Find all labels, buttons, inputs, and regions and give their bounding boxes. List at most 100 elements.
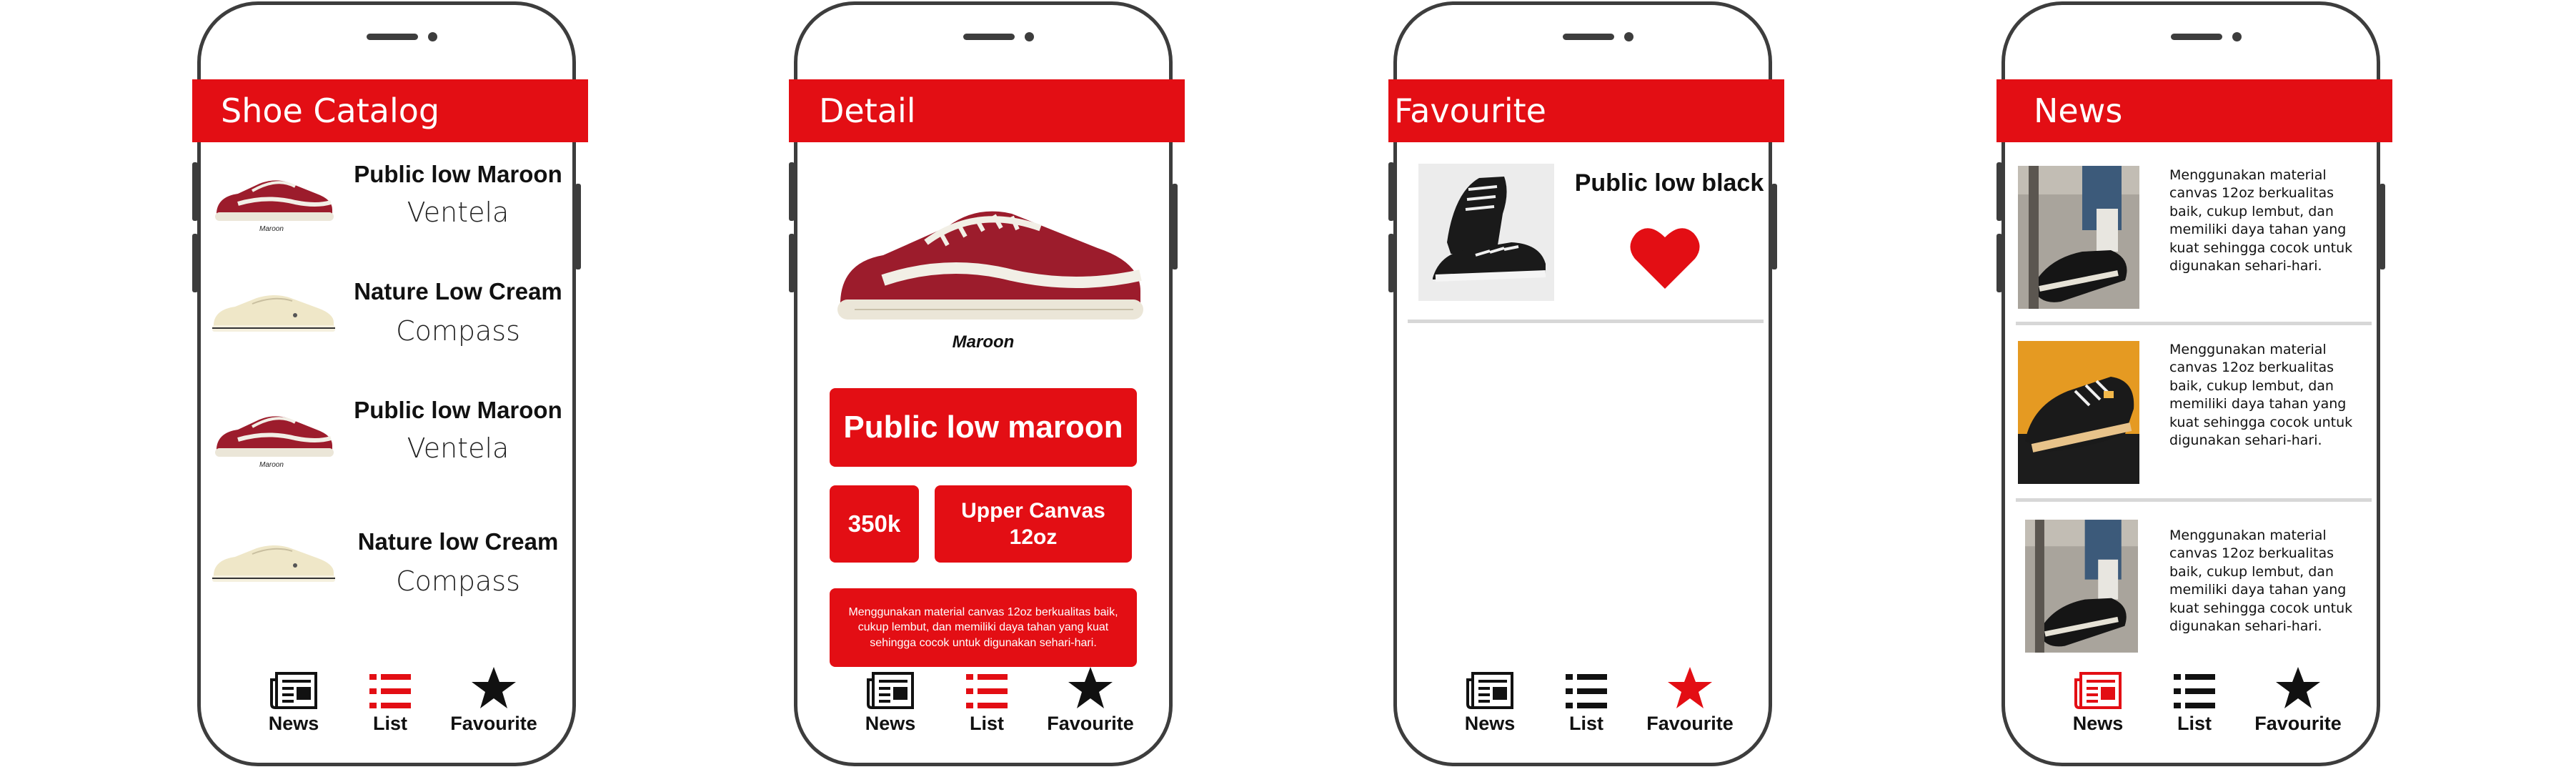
nav-label: List [969, 713, 1004, 734]
shoe-brand: Ventela [407, 197, 509, 228]
news-image [2018, 166, 2139, 309]
news-text: Menggunakan material canvas 12oz berkual… [2169, 528, 2353, 635]
shoe-name: Nature low Cream [357, 528, 559, 555]
nav-news[interactable]: News [837, 663, 944, 735]
shoe-brand: Compass [396, 565, 520, 597]
bottom-nav: News List Favourite [1397, 663, 1769, 741]
list-icon [2174, 674, 2215, 708]
news-image [2025, 520, 2138, 653]
shoe-image-black [1418, 164, 1554, 301]
material-badge: Upper Canvas 12oz [935, 485, 1132, 563]
nav-favourite[interactable]: Favourite [440, 663, 547, 735]
star-icon [472, 667, 516, 708]
list-icon [966, 674, 1008, 708]
shoe-image-maroon [837, 211, 1143, 320]
nav-news[interactable]: News [240, 663, 347, 735]
divider [2016, 498, 2372, 502]
speaker [1563, 34, 1614, 40]
phone-detail: Detail Maroon Public low maroon 350k Upp… [789, 1, 1185, 766]
nav-label: Favourite [1047, 713, 1134, 734]
news-text: Menggunakan material canvas 12oz berkual… [2169, 342, 2353, 449]
side-button [1996, 162, 2002, 221]
page-title: Detail [789, 79, 1185, 142]
shoe-name: Public low black [1574, 169, 1764, 197]
page-title: Favourite [1388, 79, 1784, 142]
phone-news: News Menggunakan material canvas 12oz be… [1996, 1, 2392, 766]
side-button [1996, 234, 2002, 292]
news-image [2018, 341, 2139, 484]
newspaper-icon [1466, 672, 1513, 709]
power-button [575, 184, 581, 269]
star-icon [1068, 667, 1113, 708]
list-icon [369, 674, 411, 708]
catalog-item[interactable]: Maroon Public low Maroon Ventela [201, 148, 572, 255]
shoe-image-cream [212, 545, 335, 582]
camera [1025, 32, 1034, 41]
nav-label: News [1464, 713, 1516, 734]
shoe-image-cream [212, 295, 335, 332]
nav-news[interactable]: News [1436, 663, 1543, 735]
star-icon [2276, 667, 2320, 708]
nav-label: News [865, 713, 916, 734]
catalog-item[interactable]: Nature low Cream Compass [201, 513, 572, 620]
power-button [1172, 184, 1178, 269]
nav-favourite[interactable]: Favourite [1636, 663, 1744, 735]
camera [1624, 32, 1633, 41]
shoe-caption: Maroon [952, 332, 1015, 352]
catalog-item[interactable]: Nature Low Cream Compass [201, 262, 572, 370]
nav-list[interactable]: List [933, 663, 1040, 735]
camera [2232, 32, 2242, 41]
camera [428, 32, 437, 41]
phone-catalog: Shoe Catalog Maroon Public low Maroon Ve… [192, 1, 588, 766]
side-button [1388, 234, 1394, 292]
power-button [2379, 184, 2385, 269]
bottom-nav: News List Favourite [2005, 663, 2377, 741]
heart-icon[interactable] [1629, 223, 1701, 291]
shoe-brand: Ventela [407, 432, 509, 464]
catalog-item[interactable]: Maroon Public low Maroon Ventela [201, 384, 572, 491]
shoe-brand: Compass [396, 315, 520, 347]
newspaper-icon [2074, 672, 2122, 709]
nav-list[interactable]: List [337, 663, 444, 735]
page-title: News [1996, 79, 2392, 142]
nav-label: Favourite [2254, 713, 2342, 734]
nav-label: Favourite [1646, 713, 1734, 734]
bottom-nav: News List Favourite [797, 663, 1169, 741]
shoe-name: Nature Low Cream [354, 278, 562, 305]
price-badge: 350k [830, 485, 919, 563]
nav-label: List [1568, 713, 1603, 734]
nav-label: News [268, 713, 319, 734]
shoe-name: Public low Maroon [354, 161, 562, 187]
nav-label: List [372, 713, 407, 734]
nav-label: Favourite [450, 713, 537, 734]
shoe-image-maroon [215, 180, 334, 221]
nav-news[interactable]: News [2044, 663, 2152, 735]
nav-favourite[interactable]: Favourite [1037, 663, 1144, 735]
shoe-name: Public low Maroon [354, 397, 562, 423]
nav-list[interactable]: List [1533, 663, 1640, 735]
nav-list[interactable]: List [2141, 663, 2248, 735]
phone-favourite: Favourite Public low black News List Fav… [1388, 1, 1784, 766]
divider [1408, 320, 1764, 323]
divider [2016, 322, 2372, 325]
side-button [789, 162, 795, 221]
speaker [2171, 34, 2222, 40]
side-button [192, 162, 198, 221]
bottom-nav: News List Favourite [201, 663, 572, 741]
side-button [1388, 162, 1394, 221]
page-title: Shoe Catalog [192, 79, 588, 142]
side-button [192, 234, 198, 292]
shoe-caption: Maroon [259, 461, 284, 469]
star-icon [1668, 667, 1712, 708]
product-description: Menggunakan material canvas 12oz berkual… [830, 588, 1137, 667]
shoe-caption: Maroon [259, 225, 284, 233]
newspaper-icon [270, 672, 317, 709]
nav-label: News [2072, 713, 2124, 734]
list-icon [1566, 674, 1607, 708]
nav-favourite[interactable]: Favourite [2244, 663, 2352, 735]
side-button [789, 234, 795, 292]
speaker [963, 34, 1015, 40]
newspaper-icon [867, 672, 914, 709]
speaker [367, 34, 418, 40]
shoe-image-maroon [215, 416, 334, 457]
